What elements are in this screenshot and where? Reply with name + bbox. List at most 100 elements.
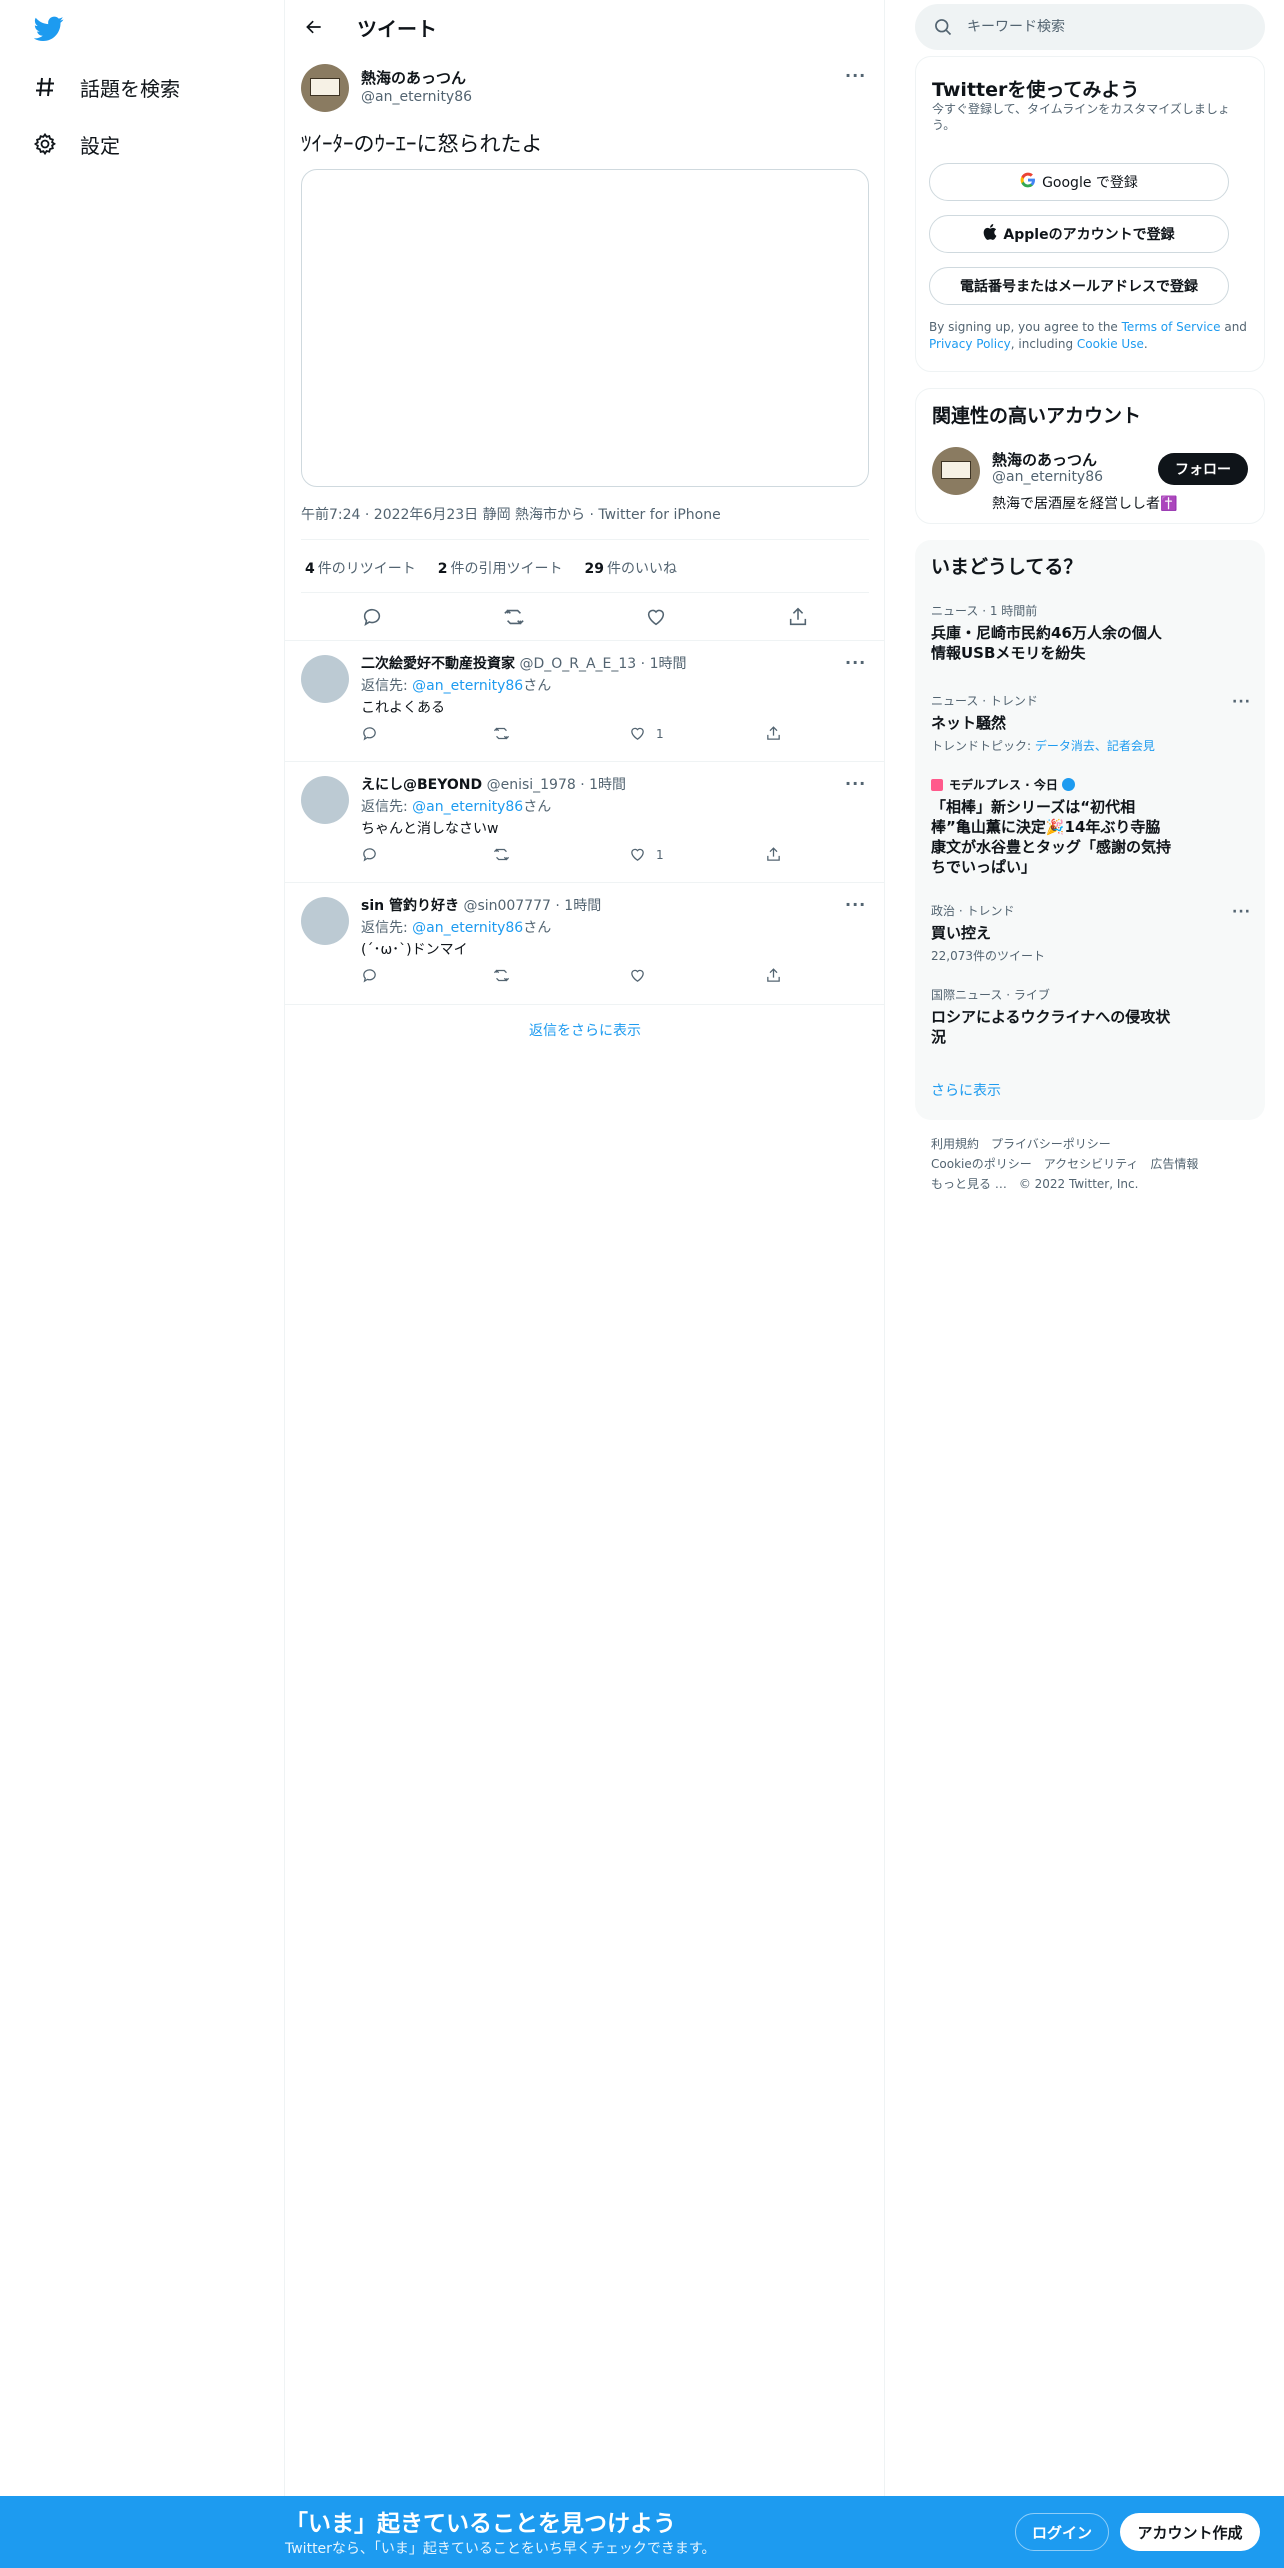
quote-count[interactable]: 2 件の引用ツイート bbox=[438, 558, 563, 578]
like-count[interactable]: 29 件のいいね bbox=[585, 558, 677, 578]
related-account-name[interactable]: 熱海のあっつん bbox=[992, 449, 1097, 470]
search-bar[interactable] bbox=[915, 4, 1265, 50]
reply-author-name[interactable]: えにし@BEYOND bbox=[361, 777, 482, 793]
reply-icon[interactable] bbox=[361, 967, 378, 984]
reply-to-link[interactable]: @an_eternity86 bbox=[412, 799, 523, 815]
reply-time[interactable]: · 1時間 bbox=[641, 656, 687, 672]
reply-to-link[interactable]: @an_eternity86 bbox=[412, 678, 523, 694]
reply-icon[interactable] bbox=[361, 846, 378, 863]
create-account-button[interactable]: アカウント作成 bbox=[1120, 2513, 1260, 2551]
signup-card-subtitle: 今すぐ登録して、タイムラインをカスタマイズしましょう。 bbox=[932, 102, 1230, 132]
nav-item-explore[interactable]: 話題を検索 bbox=[30, 65, 180, 109]
retweet-count[interactable]: 4 件のリツイート bbox=[305, 558, 416, 578]
more-options-icon[interactable]: ··· bbox=[1232, 694, 1251, 710]
footer-link[interactable]: Cookieのポリシー bbox=[931, 1157, 1032, 1171]
trend-item[interactable]: 政治 · トレンド 買い控え 22,073件のツイート bbox=[931, 902, 1251, 964]
trends-card: いまどうしてる？ ニュース · 1 時間前 兵庫・尼崎市民約46万人余の個人情報… bbox=[915, 540, 1265, 1120]
like-icon[interactable]: 1 bbox=[629, 846, 664, 863]
twitter-logo-icon[interactable] bbox=[33, 16, 64, 42]
reply-author-name[interactable]: sin 管釣り好き bbox=[361, 898, 459, 914]
like-icon[interactable]: 1 bbox=[629, 725, 664, 742]
avatar[interactable] bbox=[301, 897, 349, 945]
share-icon[interactable] bbox=[765, 725, 782, 742]
signup-card-title: Twitterを使ってみよう bbox=[932, 79, 1140, 101]
reply-to-link[interactable]: @an_eternity86 bbox=[412, 920, 523, 936]
show-more-replies-link[interactable]: 返信をさらに表示 bbox=[285, 1004, 885, 1056]
share-icon[interactable] bbox=[765, 967, 782, 984]
like-icon[interactable] bbox=[629, 967, 656, 984]
footer-link[interactable]: もっと見る … bbox=[931, 1177, 1007, 1191]
like-icon[interactable] bbox=[639, 600, 673, 634]
footer-link[interactable]: 広告情報 bbox=[1150, 1157, 1198, 1171]
search-icon bbox=[933, 17, 953, 37]
trends-title: いまどうしてる？ bbox=[931, 556, 1083, 578]
trend-context: 政治 · トレンド bbox=[931, 904, 1015, 918]
retweet-icon[interactable] bbox=[493, 967, 510, 984]
tweet-author-handle[interactable]: @an_eternity86 bbox=[361, 89, 472, 105]
more-options-icon[interactable]: ··· bbox=[845, 653, 866, 672]
cookie-link[interactable]: Cookie Use bbox=[1077, 337, 1144, 351]
reply-author-handle[interactable]: @enisi_1978 bbox=[487, 777, 576, 793]
trend-item[interactable]: ニュース · 1 時間前 兵庫・尼崎市民約46万人余の個人情報USBメモリを紛失 bbox=[931, 602, 1251, 663]
reply-actions bbox=[361, 967, 801, 987]
trend-topic-link[interactable]: データ消去、記者会見 bbox=[1035, 739, 1155, 753]
tweet-author-name[interactable]: 熱海のあっつん bbox=[361, 67, 466, 88]
avatar[interactable] bbox=[301, 655, 349, 703]
retweet-icon[interactable] bbox=[497, 600, 531, 634]
retweet-icon[interactable] bbox=[493, 846, 510, 863]
reply-author-handle[interactable]: @sin007777 bbox=[463, 898, 551, 914]
search-input[interactable] bbox=[967, 19, 1227, 35]
main-column: ツイート 熱海のあっつん @an_eternity86 ··· ﾂｲｰﾀｰのｳｰ… bbox=[285, 0, 885, 2568]
nav-item-settings[interactable]: 設定 bbox=[30, 122, 120, 166]
reply-text: これよくある bbox=[361, 700, 445, 716]
show-more-trends-link[interactable]: さらに表示 bbox=[931, 1080, 1001, 1100]
more-options-icon[interactable]: ··· bbox=[1232, 904, 1251, 920]
tweet-text: ﾂｲｰﾀｰのｳｰｴｰに怒られたよ bbox=[301, 132, 543, 156]
apple-signup-button[interactable]: Appleのアカウントで登録 bbox=[929, 215, 1229, 253]
reply-item[interactable]: sin 管釣り好き @sin007777 · 1時間 ··· 返信先: @an_… bbox=[285, 882, 885, 1004]
trend-context: ニュース · トレンド bbox=[931, 694, 1038, 708]
terms-link[interactable]: Terms of Service bbox=[1122, 320, 1221, 334]
phone-email-signup-button[interactable]: 電話番号またはメールアドレスで登録 bbox=[929, 267, 1229, 305]
reply-author-name[interactable]: 二次絵愛好不動産投資家 bbox=[361, 656, 515, 672]
avatar[interactable] bbox=[932, 447, 980, 495]
more-options-icon[interactable]: ··· bbox=[845, 895, 866, 914]
trend-item[interactable]: ニュース · トレンド ネット騒然 トレンドトピック: データ消去、記者会見 bbox=[931, 692, 1251, 754]
reply-time[interactable]: · 1時間 bbox=[555, 898, 601, 914]
reply-actions: 1 bbox=[361, 725, 801, 745]
footer-link[interactable]: 利用規約 bbox=[931, 1137, 979, 1151]
reply-item[interactable]: えにし@BEYOND @enisi_1978 · 1時間 ··· 返信先: @a… bbox=[285, 761, 885, 882]
footer-link[interactable]: アクセシビリティ bbox=[1044, 1157, 1139, 1171]
login-button[interactable]: ログイン bbox=[1015, 2513, 1109, 2551]
trend-item[interactable]: 国際ニュース · ライブ ロシアによるウクライナへの侵攻状況 bbox=[931, 986, 1251, 1047]
google-signup-button[interactable]: Google で登録 bbox=[929, 163, 1229, 201]
trend-item[interactable]: モデルプレス · 今日 「相棒」新シリーズは“初代相棒”亀山薫に決定🎉14年ぶり… bbox=[931, 776, 1251, 877]
avatar[interactable] bbox=[301, 64, 349, 112]
signup-card: Twitterを使ってみよう 今すぐ登録して、タイムラインをカスタマイズしましょ… bbox=[915, 56, 1265, 372]
reply-author-handle[interactable]: @D_O_R_A_E_13 bbox=[519, 656, 636, 672]
share-icon[interactable] bbox=[781, 600, 815, 634]
trend-context: 国際ニュース · ライブ bbox=[931, 988, 1050, 1002]
privacy-link[interactable]: Privacy Policy bbox=[929, 337, 1011, 351]
signup-legal-text: By signing up, you agree to the Terms of… bbox=[929, 320, 1247, 351]
more-options-icon[interactable]: ··· bbox=[845, 66, 866, 85]
tweet-media[interactable] bbox=[301, 169, 869, 487]
reply-icon[interactable] bbox=[361, 725, 378, 742]
retweet-icon[interactable] bbox=[493, 725, 510, 742]
reply-icon[interactable] bbox=[355, 600, 389, 634]
related-accounts-card: 関連性の高いアカウント 熱海のあっつん @an_eternity86 熱海で居酒… bbox=[915, 388, 1265, 524]
tweet-stats: 4 件のリツイート 2 件の引用ツイート 29 件のいいね bbox=[305, 558, 677, 578]
reply-item[interactable]: 二次絵愛好不動産投資家 @D_O_R_A_E_13 · 1時間 ··· 返信先:… bbox=[285, 640, 885, 761]
follow-button[interactable]: フォロー bbox=[1158, 453, 1248, 485]
related-account-handle[interactable]: @an_eternity86 bbox=[992, 469, 1103, 485]
reply-time[interactable]: · 1時間 bbox=[580, 777, 626, 793]
avatar[interactable] bbox=[301, 776, 349, 824]
reply-like-count: 1 bbox=[656, 847, 664, 862]
footer-link[interactable]: プライバシーポリシー bbox=[991, 1137, 1111, 1151]
reply-to: 返信先: @an_eternity86さん bbox=[361, 678, 552, 694]
back-arrow-icon[interactable] bbox=[299, 12, 329, 42]
more-options-icon[interactable]: ··· bbox=[845, 774, 866, 793]
verified-badge-icon bbox=[1061, 778, 1075, 791]
share-icon[interactable] bbox=[765, 846, 782, 863]
nav-item-label: 話題を検索 bbox=[80, 76, 180, 101]
